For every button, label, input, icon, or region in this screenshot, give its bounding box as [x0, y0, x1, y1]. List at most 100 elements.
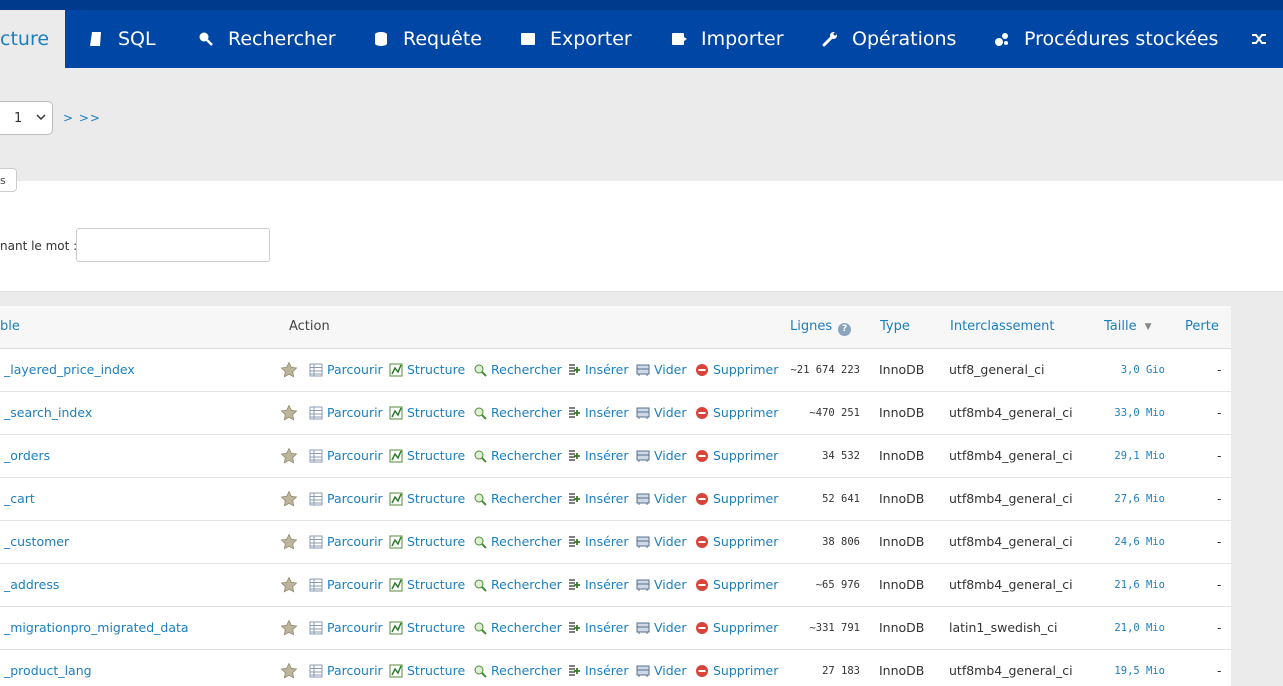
table-size-link[interactable]: 19,5 Mio [1065, 665, 1165, 677]
table-name-link[interactable]: _customer [4, 534, 69, 549]
action-insert-link[interactable]: Insérer [567, 534, 629, 549]
action-browse-link[interactable]: Parcourir [309, 491, 383, 506]
page-select[interactable]: 1 [0, 101, 53, 135]
action-structure-link[interactable]: Structure [389, 534, 465, 549]
favorite-star-icon[interactable] [280, 490, 298, 508]
table-size-link[interactable]: 21,0 Mio [1065, 622, 1165, 634]
action-search-link[interactable]: Rechercher [473, 491, 562, 506]
tab-routines[interactable]: Procédures stockées [994, 10, 1218, 68]
action-insert-link[interactable]: Insérer [567, 663, 629, 678]
col-collation-header[interactable]: Interclassement [950, 319, 1055, 334]
routines-icon [994, 31, 1010, 47]
action-empty-link[interactable]: Vider [636, 663, 687, 678]
action-browse-link[interactable]: Parcourir [309, 620, 383, 635]
action-insert-icon [567, 363, 585, 377]
action-search-icon [473, 406, 491, 420]
favorite-star-icon[interactable] [280, 576, 298, 594]
table-size-link[interactable]: 27,6 Mio [1065, 493, 1165, 505]
favorite-star-icon[interactable] [280, 533, 298, 551]
action-empty-link[interactable]: Vider [636, 405, 687, 420]
table-row: _orders Parcourir Structure Rechercher Insér… [0, 435, 1231, 478]
col-type-header[interactable]: Type [880, 319, 910, 334]
favorite-star-icon[interactable] [280, 404, 298, 422]
favorite-star-icon[interactable] [280, 447, 298, 465]
tab-export[interactable]: Exporter [520, 10, 632, 68]
col-overhead-header[interactable]: Perte [1185, 319, 1219, 334]
table-name-link[interactable]: _layered_price_index [4, 362, 135, 377]
table-size-link[interactable]: 33,0 Mio [1065, 407, 1165, 419]
table-name-link[interactable]: _migrationpro_migrated_data [4, 620, 189, 635]
action-insert-link[interactable]: Insérer [567, 577, 629, 592]
favorite-star-icon[interactable] [280, 361, 298, 379]
favorite-star-icon[interactable] [280, 662, 298, 680]
table-name-link[interactable]: _cart [4, 491, 35, 506]
tab-search[interactable]: Rechercher [198, 10, 336, 68]
action-structure-label: Structure [407, 448, 466, 463]
tab-sql[interactable]: SQL [88, 10, 156, 68]
action-insert-label: Insérer [585, 362, 629, 377]
table-size-link[interactable]: 3,0 Gio [1065, 364, 1165, 376]
action-empty-link[interactable]: Vider [636, 448, 687, 463]
col-table-header[interactable]: ble [0, 319, 20, 334]
action-search-link[interactable]: Rechercher [473, 405, 562, 420]
table-size-link[interactable]: 29,1 Mio [1065, 450, 1165, 462]
action-search-link[interactable]: Rechercher [473, 534, 562, 549]
col-rows-header[interactable]: Lignes? [790, 319, 852, 336]
action-search-link[interactable]: Rechercher [473, 448, 562, 463]
next-page-link[interactable]: > >> [63, 111, 101, 125]
action-structure-link[interactable]: Structure [389, 577, 465, 592]
filter-input[interactable] [76, 228, 270, 262]
wrench-icon [822, 31, 838, 47]
row-count: ~470 251 [809, 407, 860, 419]
action-structure-link[interactable]: Structure [389, 362, 465, 377]
action-insert-link[interactable]: Insérer [567, 362, 629, 377]
action-browse-link[interactable]: Parcourir [309, 663, 383, 678]
action-browse-link[interactable]: Parcourir [309, 534, 383, 549]
action-structure-link[interactable]: Structure [389, 663, 465, 678]
table-name-link[interactable]: _address [4, 577, 59, 592]
table-name-link[interactable]: _orders [4, 448, 50, 463]
action-structure-link[interactable]: Structure [389, 448, 465, 463]
tab-more[interactable] [1251, 10, 1281, 68]
top-strip [0, 0, 1283, 10]
action-insert-icon [567, 406, 585, 420]
action-insert-label: Insérer [585, 448, 629, 463]
action-structure-link[interactable]: Structure [389, 405, 465, 420]
action-structure-link[interactable]: Structure [389, 491, 465, 506]
action-empty-link[interactable]: Vider [636, 534, 687, 549]
action-empty-link[interactable]: Vider [636, 620, 687, 635]
action-insert-link[interactable]: Insérer [567, 448, 629, 463]
action-insert-link[interactable]: Insérer [567, 620, 629, 635]
action-search-link[interactable]: Rechercher [473, 577, 562, 592]
action-insert-link[interactable]: Insérer [567, 405, 629, 420]
action-search-link[interactable]: Rechercher [473, 620, 562, 635]
table-name-link[interactable]: _product_lang [4, 663, 92, 678]
action-browse-link[interactable]: Parcourir [309, 577, 383, 592]
action-structure-label: Structure [407, 491, 466, 506]
table-size-link[interactable]: 21,6 Mio [1065, 579, 1165, 591]
action-empty-link[interactable]: Vider [636, 362, 687, 377]
action-empty-link[interactable]: Vider [636, 491, 687, 506]
action-empty-link[interactable]: Vider [636, 577, 687, 592]
action-search-icon [473, 492, 491, 506]
tab-query[interactable]: Requête [373, 10, 482, 68]
action-insert-link[interactable]: Insérer [567, 491, 629, 506]
table-size-link[interactable]: 24,6 Mio [1065, 536, 1165, 548]
action-browse-link[interactable]: Parcourir [309, 362, 383, 377]
tab-import[interactable]: Importer [671, 10, 784, 68]
action-structure-label: Structure [407, 534, 466, 549]
table-name-link[interactable]: _search_index [4, 405, 92, 420]
action-empty-icon [636, 621, 654, 635]
action-search-link[interactable]: Rechercher [473, 663, 562, 678]
tab-operations[interactable]: Opérations [822, 10, 956, 68]
action-browse-link[interactable]: Parcourir [309, 405, 383, 420]
export-icon [520, 31, 536, 47]
tab-structure[interactable]: cture [0, 10, 65, 68]
col-size-header[interactable]: Taille ▼ [1104, 319, 1152, 334]
action-empty-label: Vider [654, 620, 687, 635]
favorite-star-icon[interactable] [280, 619, 298, 637]
help-icon[interactable]: ? [838, 323, 852, 336]
action-search-link[interactable]: Rechercher [473, 362, 562, 377]
action-structure-link[interactable]: Structure [389, 620, 465, 635]
action-browse-link[interactable]: Parcourir [309, 448, 383, 463]
